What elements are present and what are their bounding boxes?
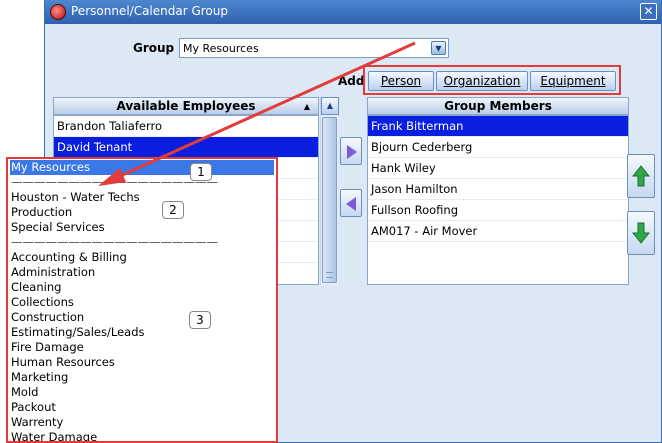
dropdown-item[interactable]: Production bbox=[11, 205, 72, 220]
dropdown-item[interactable]: Human Resources bbox=[11, 355, 115, 370]
sort-up-icon: ▲ bbox=[303, 102, 310, 111]
dropdown-item[interactable]: Cleaning bbox=[11, 280, 61, 295]
add-equipment-button[interactable]: Equipment bbox=[530, 71, 616, 91]
callout-badge-2: 2 bbox=[162, 201, 184, 219]
move-down-button[interactable] bbox=[627, 211, 655, 255]
list-item[interactable]: Fullson Roofing bbox=[368, 200, 628, 221]
dropdown-item[interactable]: Construction bbox=[11, 310, 84, 325]
group-members-header: Group Members bbox=[367, 97, 629, 115]
dropdown-item[interactable]: Packout bbox=[11, 400, 56, 415]
left-arrow-icon bbox=[346, 197, 356, 211]
dropdown-item[interactable]: Mold bbox=[11, 385, 38, 400]
add-label: Add bbox=[338, 74, 365, 88]
dropdown-item[interactable]: Water Damage bbox=[11, 430, 97, 441]
available-employees-header[interactable]: Available Employees ▲ bbox=[53, 97, 319, 115]
scroll-up-icon[interactable]: ▲ bbox=[321, 97, 339, 115]
dropdown-item[interactable]: Administration bbox=[11, 265, 95, 280]
add-person-button[interactable]: Person bbox=[368, 71, 434, 91]
add-organization-button[interactable]: Organization bbox=[436, 71, 528, 91]
move-up-button[interactable] bbox=[627, 154, 655, 198]
dropdown-item[interactable]: Accounting & Billing bbox=[11, 250, 127, 265]
dropdown-item[interactable]: Estimating/Sales/Leads bbox=[11, 325, 144, 340]
title-bar: Personnel/Calendar Group ✕ bbox=[45, 0, 661, 24]
group-select[interactable]: My Resources ▼ bbox=[179, 38, 449, 58]
dropdown-item[interactable]: Marketing bbox=[11, 370, 68, 385]
close-button[interactable]: ✕ bbox=[640, 3, 657, 20]
dropdown-item[interactable]: Warrenty bbox=[11, 415, 63, 430]
dropdown-item[interactable]: My Resources bbox=[10, 160, 274, 175]
dropdown-item[interactable]: Houston - Water Techs bbox=[11, 190, 140, 205]
dropdown-item[interactable]: Special Services bbox=[11, 220, 105, 235]
dropdown-item[interactable]: Fire Damage bbox=[11, 340, 84, 355]
group-dropdown-list[interactable]: My Resources —————————————————— Houston … bbox=[6, 157, 278, 443]
list-item[interactable]: Hank Wiley bbox=[368, 158, 628, 179]
grip-icon bbox=[326, 272, 333, 278]
move-right-button[interactable] bbox=[340, 137, 362, 165]
window-title: Personnel/Calendar Group bbox=[71, 4, 228, 18]
group-select-value: My Resources bbox=[183, 42, 259, 55]
list-item[interactable]: Frank Bitterman bbox=[368, 116, 628, 137]
scrollbar-thumb[interactable] bbox=[322, 117, 337, 283]
app-icon bbox=[50, 4, 66, 20]
available-employees-title: Available Employees bbox=[116, 99, 256, 113]
move-left-button[interactable] bbox=[340, 189, 362, 217]
green-down-arrow-icon bbox=[632, 222, 650, 244]
dropdown-item[interactable]: Collections bbox=[11, 295, 74, 310]
right-arrow-icon bbox=[347, 145, 357, 159]
add-button-group: Person Organization Equipment bbox=[363, 65, 621, 95]
green-up-arrow-icon bbox=[632, 165, 650, 187]
list-item[interactable]: David Tenant bbox=[54, 137, 318, 158]
group-label: Group bbox=[133, 41, 175, 55]
list-item[interactable]: Jason Hamilton bbox=[368, 179, 628, 200]
callout-badge-1: 1 bbox=[190, 163, 212, 181]
callout-badge-3: 3 bbox=[189, 311, 211, 329]
dropdown-separator: —————————————————— bbox=[11, 235, 218, 249]
group-members-list[interactable]: Frank Bitterman Bjourn Cederberg Hank Wi… bbox=[367, 115, 629, 285]
group-members-title: Group Members bbox=[444, 99, 552, 113]
list-item[interactable]: Bjourn Cederberg bbox=[368, 137, 628, 158]
available-scrollbar[interactable]: ▲ bbox=[320, 97, 339, 285]
dropdown-separator: —————————————————— bbox=[11, 175, 218, 189]
chevron-down-icon[interactable]: ▼ bbox=[431, 41, 446, 55]
list-item[interactable]: Brandon Taliaferro bbox=[54, 116, 318, 137]
list-item[interactable]: AM017 - Air Mover bbox=[368, 221, 628, 242]
